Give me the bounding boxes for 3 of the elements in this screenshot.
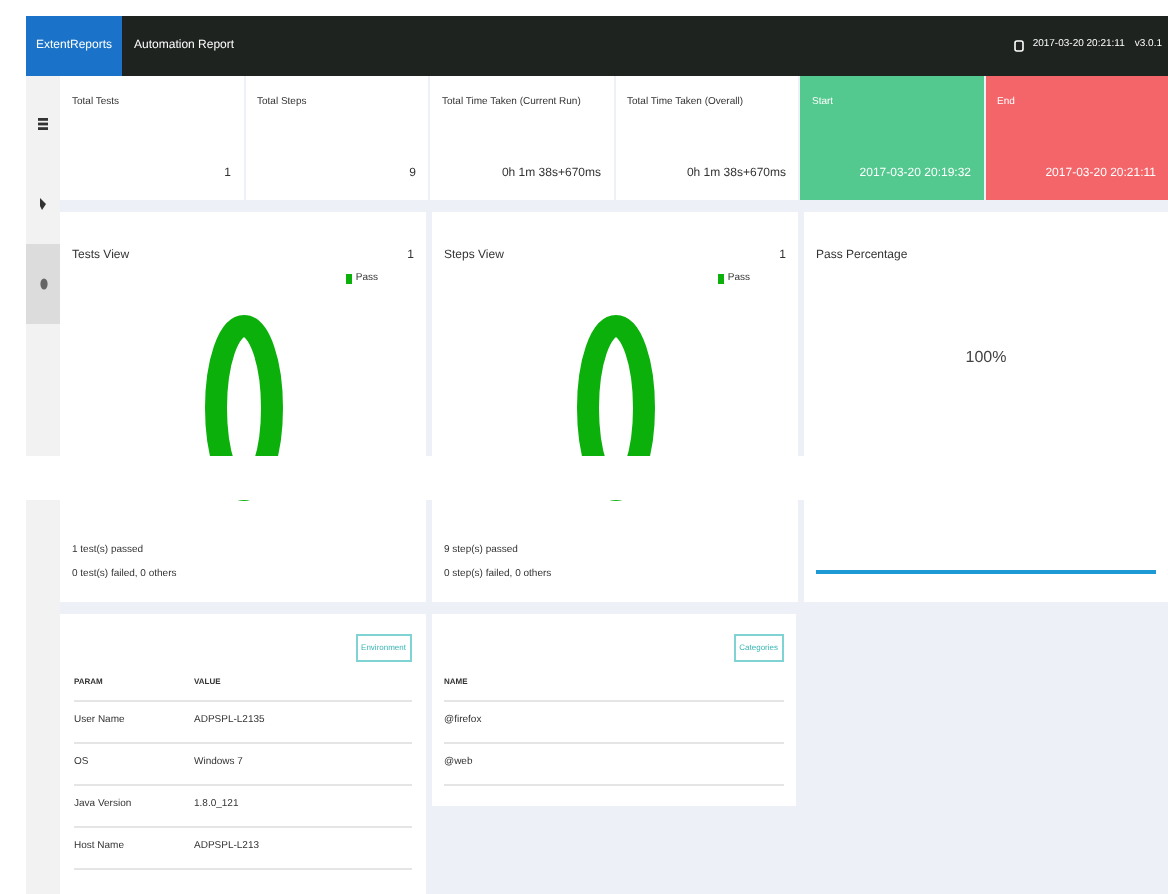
list-icon: [38, 118, 48, 130]
pass-percentage-value: 100%: [965, 345, 1007, 370]
clock-icon: [1014, 40, 1025, 52]
